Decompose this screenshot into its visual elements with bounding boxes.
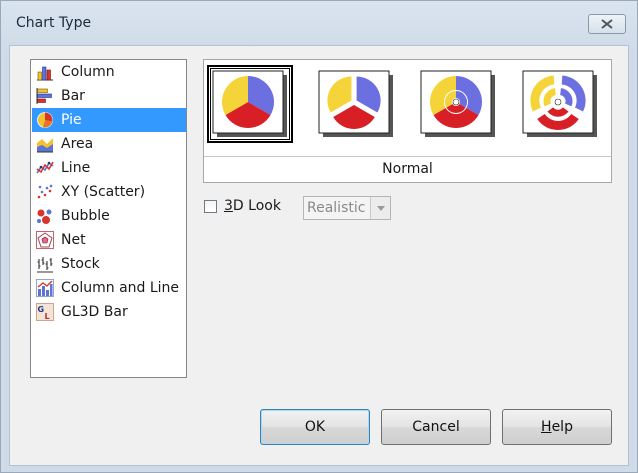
chart-type-label: XY (Scatter) (61, 184, 146, 200)
chart-variant-option[interactable] (314, 66, 398, 142)
line-chart-icon (32, 159, 61, 177)
3d-look-label[interactable]: 3D Look (224, 198, 281, 214)
chart-type-item[interactable]: Line (32, 156, 186, 180)
help-label-rest: elp (551, 419, 573, 435)
cancel-button[interactable]: Cancel (381, 409, 491, 445)
chart-type-item[interactable]: Bubble (32, 204, 186, 228)
bubble-chart-icon (32, 207, 61, 225)
chart-type-item[interactable]: Stock (32, 252, 186, 276)
chart-type-item[interactable]: Pie (32, 108, 186, 132)
look-style-value: Realistic (307, 200, 366, 216)
variant-caption: Normal (204, 156, 611, 183)
chart-type-label: Area (61, 136, 94, 152)
ok-button[interactable]: OK (260, 409, 370, 445)
chart-type-label: Bar (61, 88, 85, 104)
chart-type-item[interactable]: Area (32, 132, 186, 156)
svg-text:L: L (45, 312, 50, 321)
area-chart-icon (32, 135, 61, 153)
chart-variant-option[interactable] (207, 65, 293, 143)
column-chart-icon (32, 63, 61, 81)
net-chart-icon (32, 231, 61, 249)
chart-type-list[interactable]: Column Bar Pie Area Line XY (Scatter) Bubble Ne… (30, 59, 187, 378)
chart-variant-option[interactable] (416, 66, 500, 142)
chart-variant-option[interactable] (518, 66, 602, 142)
chart-type-item[interactable]: Bar (32, 84, 186, 108)
title-bar[interactable]: Chart Type (1, 1, 637, 43)
look-style-select[interactable]: Realistic (303, 196, 391, 220)
chart-type-item[interactable]: G L GL3D Bar (32, 300, 186, 324)
help-mnemonic: H (541, 419, 552, 435)
help-button[interactable]: Help (502, 409, 612, 445)
chart-type-label: Line (61, 160, 91, 176)
chart-type-label: Column (61, 64, 115, 80)
chevron-down-icon[interactable] (370, 197, 390, 219)
chart-type-label: GL3D Bar (61, 304, 128, 320)
chart-type-label: Bubble (61, 208, 110, 224)
pie-chart-icon (32, 111, 61, 129)
stock-chart-icon (32, 255, 61, 273)
chart-variant-panel: Normal (203, 59, 612, 183)
3d-look-label-rest: D Look (232, 198, 281, 214)
scatter-chart-icon (32, 183, 61, 201)
chart-type-label: Net (61, 232, 86, 248)
svg-text:G: G (38, 305, 45, 314)
chart-type-item[interactable]: Column (32, 60, 186, 84)
close-button[interactable] (588, 14, 626, 34)
3d-look-mnemonic: 3 (224, 198, 233, 214)
chart-type-item[interactable]: Column and Line (32, 276, 186, 300)
chart-type-label: Column and Line (61, 280, 180, 296)
chart-type-label: Stock (61, 256, 100, 272)
close-icon (601, 19, 613, 29)
gl3d-bar-chart-icon: GL (32, 303, 61, 321)
chart-type-item[interactable]: Net (32, 228, 186, 252)
chart-type-label: Pie (61, 112, 82, 128)
chart-type-item[interactable]: XY (Scatter) (32, 180, 186, 204)
dialog-body: Column Bar Pie Area Line XY (Scatter) Bubble Ne… (9, 45, 629, 466)
bar-chart-icon (32, 87, 61, 105)
3d-look-checkbox[interactable] (204, 200, 217, 213)
chart-type-dialog: Chart Type Column Bar Pie Area Line XY (Scatt… (0, 0, 638, 473)
column-and-line-chart-icon (32, 279, 61, 297)
dialog-title: Chart Type (16, 15, 92, 31)
